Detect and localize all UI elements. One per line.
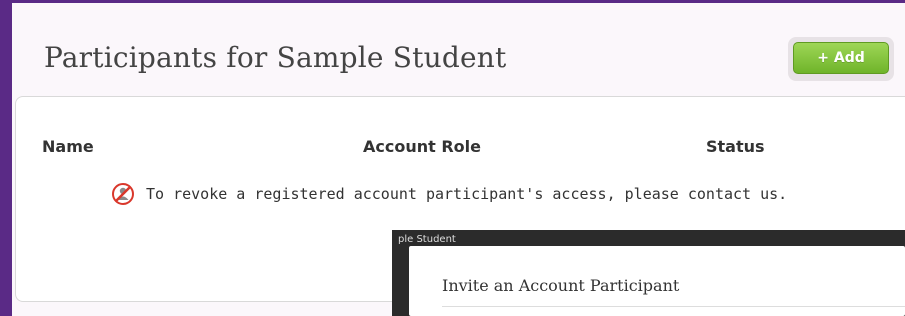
revoke-notice: To revoke a registered account participa… — [112, 183, 787, 205]
left-accent-bar — [0, 0, 12, 316]
column-header-status: Status — [706, 137, 765, 156]
modal-title: Invite an Account Participant — [442, 276, 680, 295]
invite-modal-overlay: ple Student — [392, 230, 905, 316]
no-access-icon — [112, 183, 134, 205]
column-header-account-role: Account Role — [363, 137, 481, 156]
modal-divider — [442, 306, 905, 307]
add-button-container: + Add — [788, 37, 894, 81]
revoke-notice-text: To revoke a registered account participa… — [146, 185, 788, 203]
page: Participants for Sample Student + Add Na… — [12, 3, 905, 316]
column-header-name: Name — [42, 137, 94, 156]
add-participant-button[interactable]: + Add — [793, 42, 889, 74]
page-title: Participants for Sample Student — [44, 41, 507, 74]
